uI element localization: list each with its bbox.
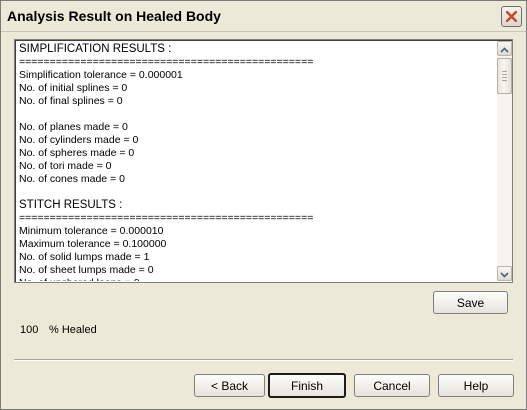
result-line: Minimum tolerance = 0.000010 — [19, 225, 164, 237]
chevron-up-icon — [500, 40, 509, 58]
vertical-scrollbar[interactable] — [497, 41, 512, 281]
result-line: STITCH RESULTS : — [19, 199, 123, 211]
scroll-thumb[interactable] — [497, 58, 512, 94]
result-line: No. of spheres made = 0 — [19, 147, 135, 159]
separator — [14, 359, 513, 361]
result-line: No. of cylinders made = 0 — [19, 134, 139, 146]
title-bar[interactable]: Analysis Result on Healed Body — [1, 1, 526, 32]
cancel-button[interactable]: Cancel — [354, 374, 430, 397]
results-text: SIMPLIFICATION RESULTS : ================… — [19, 43, 495, 281]
finish-button[interactable]: Finish — [268, 373, 346, 398]
result-line: ========================================… — [19, 212, 314, 224]
result-line: SIMPLIFICATION RESULTS : — [19, 43, 172, 55]
result-line: Maximum tolerance = 0.100000 — [19, 238, 167, 250]
result-line: Simplification tolerance = 0.000001 — [19, 69, 183, 81]
back-button[interactable]: < Back — [194, 374, 265, 397]
close-icon — [506, 11, 517, 22]
result-line: ========================================… — [19, 56, 314, 68]
window-title: Analysis Result on Healed Body — [7, 8, 221, 24]
result-line — [19, 186, 495, 199]
result-line: No. of tori made = 0 — [19, 160, 112, 172]
scroll-up-button[interactable] — [497, 41, 512, 56]
heal-percent-label: % Healed — [49, 324, 97, 336]
scroll-down-button[interactable] — [497, 266, 512, 281]
chevron-down-icon — [500, 265, 509, 283]
dialog-window: Analysis Result on Healed Body SIMPLIFIC… — [0, 0, 527, 410]
result-line: No. of unshared loops = 0 — [19, 277, 495, 281]
result-line — [19, 108, 495, 121]
help-button[interactable]: Help — [438, 374, 514, 397]
results-text-area[interactable]: SIMPLIFICATION RESULTS : ================… — [14, 39, 513, 283]
result-line: No. of sheet lumps made = 0 — [19, 264, 154, 276]
result-line: No. of initial splines = 0 — [19, 82, 128, 94]
result-line: No. of cones made = 0 — [19, 173, 125, 185]
heal-percent-value: 100 — [20, 324, 39, 336]
save-button[interactable]: Save — [433, 291, 508, 314]
result-line: No. of planes made = 0 — [19, 121, 128, 133]
close-button[interactable] — [501, 6, 522, 27]
result-line: No. of final splines = 0 — [19, 95, 123, 107]
result-line: No. of solid lumps made = 1 — [19, 251, 150, 263]
